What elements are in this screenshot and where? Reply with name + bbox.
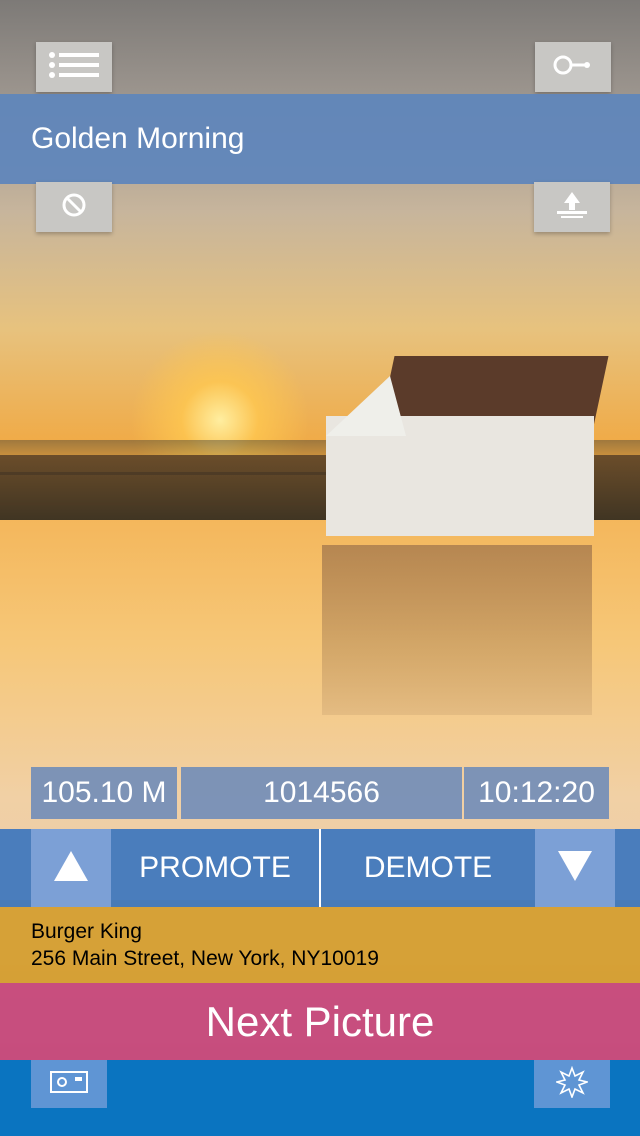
triangle-up-icon bbox=[53, 850, 89, 887]
promote-arrow-button[interactable] bbox=[31, 829, 111, 907]
camera-icon bbox=[49, 1070, 89, 1099]
effects-button[interactable] bbox=[534, 1060, 610, 1108]
location-address: 256 Main Street, New York, NY10019 bbox=[31, 947, 379, 970]
list-icon bbox=[48, 50, 100, 85]
upload-button[interactable] bbox=[534, 182, 610, 232]
upload-icon bbox=[555, 190, 589, 225]
triangle-down-icon bbox=[557, 850, 593, 887]
block-icon bbox=[61, 192, 87, 223]
block-button[interactable] bbox=[36, 182, 112, 232]
camera-button[interactable] bbox=[31, 1060, 107, 1108]
demote-button[interactable]: DEMOTE bbox=[321, 829, 535, 907]
next-picture-button[interactable]: Next Picture bbox=[0, 983, 640, 1060]
key-icon bbox=[553, 53, 593, 82]
promote-button[interactable]: PROMOTE bbox=[111, 829, 319, 907]
key-button[interactable] bbox=[535, 42, 611, 92]
demote-arrow-button[interactable] bbox=[535, 829, 615, 907]
page-title: Golden Morning bbox=[31, 122, 245, 155]
vote-bar: PROMOTE DEMOTE bbox=[0, 829, 640, 907]
menu-button[interactable] bbox=[36, 42, 112, 92]
picture-id-value: 1014566 bbox=[181, 767, 462, 819]
location-name: Burger King bbox=[31, 920, 142, 943]
location-bar: Burger King 256 Main Street, New York, N… bbox=[0, 907, 640, 983]
time-value: 10:12:20 bbox=[464, 767, 609, 819]
boathouse bbox=[322, 356, 609, 536]
distance-value: 105.10 M bbox=[31, 767, 177, 819]
stats-row: 105.10 M 1014566 10:12:20 bbox=[31, 767, 609, 819]
starburst-icon bbox=[554, 1065, 590, 1103]
bottom-bar bbox=[0, 1060, 640, 1136]
title-bar: Golden Morning bbox=[0, 94, 640, 184]
